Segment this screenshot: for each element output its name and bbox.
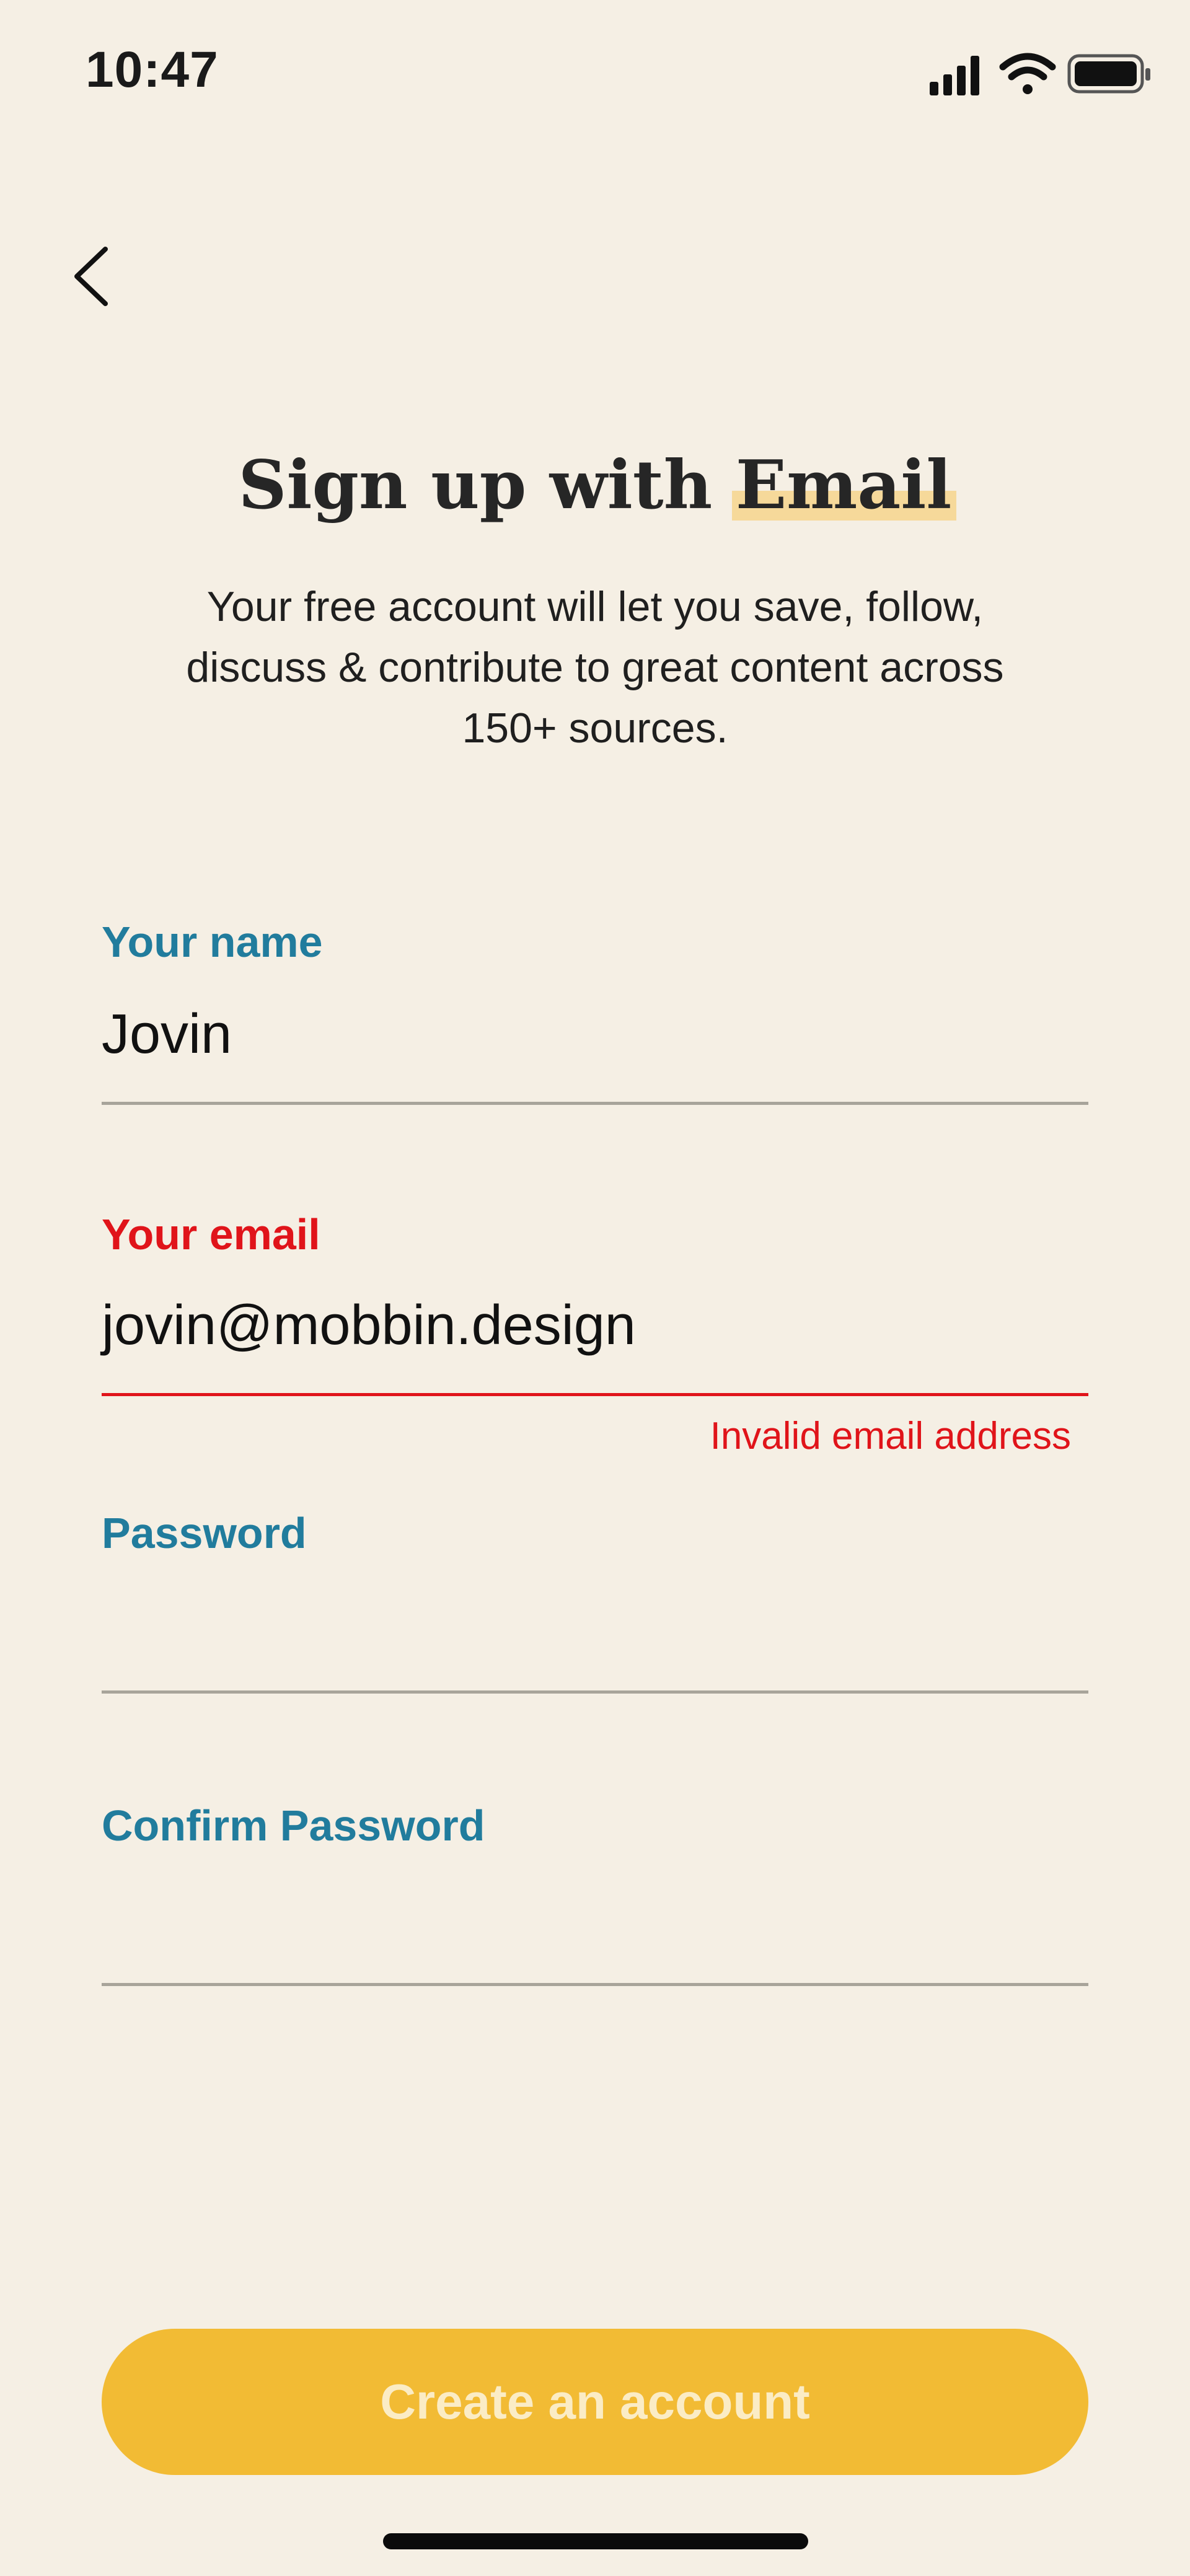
name-label: Your name xyxy=(102,918,323,966)
home-indicator xyxy=(383,2533,808,2549)
battery-icon xyxy=(1067,54,1150,94)
email-error-message: Invalid email address xyxy=(710,1415,1071,1457)
confirm-password-label: Confirm Password xyxy=(102,1801,485,1850)
status-time: 10:47 xyxy=(86,42,219,98)
create-account-button[interactable]: Create an account xyxy=(102,2329,1088,2475)
email-input[interactable]: jovin@mobbin.design xyxy=(102,1294,636,1358)
back-chevron-icon[interactable] xyxy=(67,239,117,314)
wifi-icon xyxy=(999,53,1056,94)
email-underline xyxy=(102,1393,1088,1396)
password-underline xyxy=(102,1690,1088,1694)
password-input[interactable] xyxy=(102,1586,1088,1673)
title-prefix: Sign up with xyxy=(238,446,713,524)
confirm-password-underline xyxy=(102,1983,1088,1986)
title-highlight: Email xyxy=(731,446,957,524)
confirm-password-input[interactable] xyxy=(102,1878,1088,1964)
page-title: Sign up with Email xyxy=(0,446,1190,524)
email-label: Your email xyxy=(102,1210,320,1259)
cellular-signal-icon xyxy=(930,56,979,95)
password-label: Password xyxy=(102,1509,307,1557)
name-input[interactable]: Jovin xyxy=(102,1003,232,1066)
name-underline xyxy=(102,1102,1088,1105)
status-icons xyxy=(930,53,1150,95)
page-subtitle: Your free account will let you save, fol… xyxy=(186,583,1004,752)
